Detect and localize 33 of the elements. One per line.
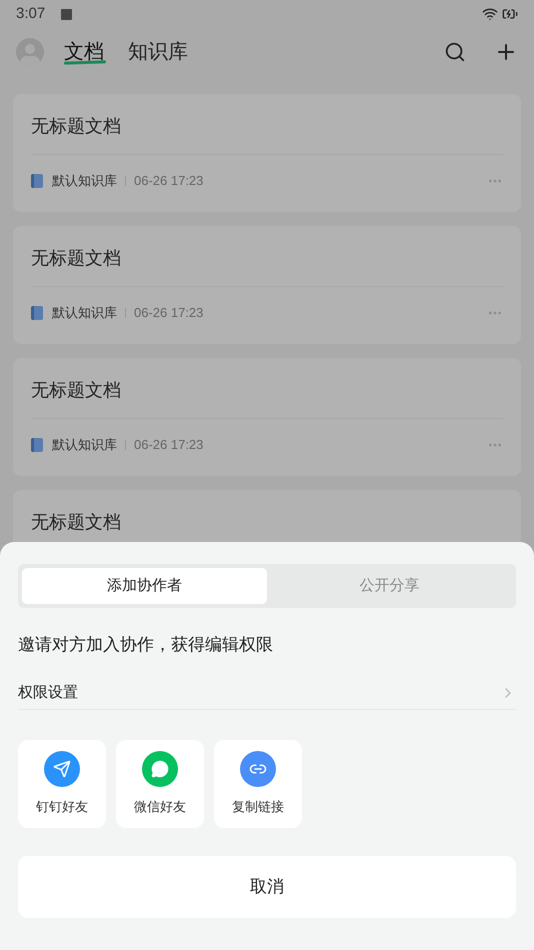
link-icon (240, 750, 276, 787)
document-title: 无标题文档 (31, 379, 122, 402)
share-target[interactable]: 微信好友 (116, 740, 204, 828)
share-target[interactable]: 钉钉好友 (18, 740, 106, 828)
paper-plane-icon (44, 750, 80, 787)
document-time: 06-26 17:23 (134, 172, 204, 190)
document-card[interactable]: 无标题文档 默认知识库 06-26 17:23 (13, 358, 521, 476)
document-title: 无标题文档 (31, 247, 122, 270)
share-target[interactable]: 复制链接 (214, 740, 302, 828)
permission-label: 权限设置 (18, 682, 78, 703)
search-icon[interactable] (444, 41, 466, 63)
document-card[interactable]: 无标题文档 默认知识库 06-26 17:23 (13, 94, 521, 212)
book-icon (31, 174, 43, 188)
library-name: 默认知识库 (52, 436, 117, 454)
document-title: 无标题文档 (31, 511, 122, 534)
book-icon (31, 438, 43, 452)
permission-row[interactable]: 权限设置 (18, 680, 516, 710)
status-time: 3:07 (16, 4, 46, 24)
document-card[interactable]: 无标题文档 默认知识库 06-26 17:23 (13, 226, 521, 344)
sheet-description: 邀请对方加入协作，获得编辑权限 (18, 634, 274, 656)
book-icon (31, 306, 43, 320)
notification-icon (61, 8, 72, 20)
cancel-button[interactable]: 取消 (18, 856, 516, 918)
document-time: 06-26 17:23 (134, 304, 204, 322)
segment-tab[interactable]: 添加协作者 (22, 568, 267, 604)
document-title: 无标题文档 (31, 115, 122, 138)
header-tab[interactable]: 知识库 (124, 36, 192, 68)
library-name: 默认知识库 (52, 172, 117, 190)
document-time: 06-26 17:23 (134, 436, 204, 454)
chat-bubbles-icon (142, 750, 178, 787)
header-tab[interactable]: 文档 (60, 36, 108, 68)
wifi-icon (482, 6, 498, 22)
library-name: 默认知识库 (52, 304, 117, 322)
